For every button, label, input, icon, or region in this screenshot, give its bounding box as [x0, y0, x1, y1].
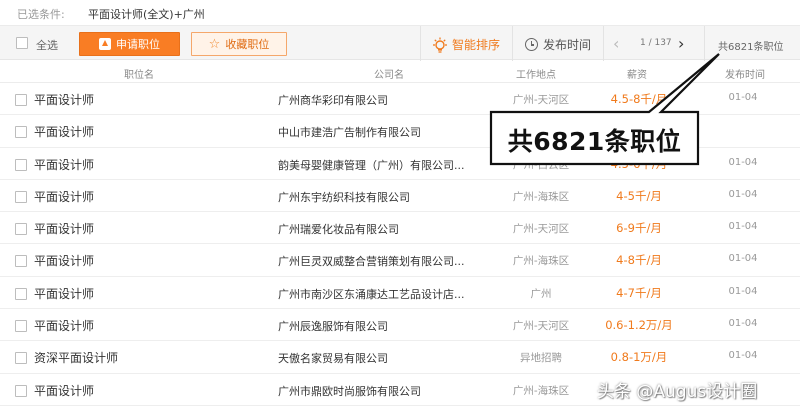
job-date: 01-04: [728, 253, 758, 265]
job-salary: 4-7千/月: [616, 285, 662, 300]
table-row[interactable]: 平面设计师 广州辰逸服饰有限公司 广州-天河区 0.6-1.2万/月 01-04: [0, 309, 800, 342]
row-checkbox[interactable]: [15, 320, 27, 333]
column-header: 职位名 公司名 工作地点 薪资 发布时间: [0, 61, 800, 83]
job-salary: 0.8-1万/月: [610, 350, 668, 365]
job-title-link[interactable]: 平面设计师: [34, 317, 94, 334]
job-location: 广州-海珠区: [512, 384, 570, 397]
job-date: 01-04: [728, 350, 758, 362]
job-title-link[interactable]: 平面设计师: [34, 188, 94, 205]
job-date: 01-04: [728, 285, 758, 297]
company-link[interactable]: 广州市鼎欧时尚服饰有限公司: [278, 383, 421, 399]
job-salary: 6-9千/月: [616, 221, 662, 236]
table-row[interactable]: 平面设计师 广州东宇纺织科技有限公司 广州-海珠区 4-5千/月 01-04: [0, 180, 800, 213]
apply-job-button[interactable]: 申请职位: [79, 32, 180, 56]
job-location: 广州-天河区: [512, 94, 570, 106]
publish-time-sort-button[interactable]: 发布时间: [525, 36, 591, 53]
job-date: 01-04: [728, 188, 758, 200]
toolbar-divider: [512, 26, 513, 61]
company-link[interactable]: 广州市南沙区东涌康达工艺品设计店...: [278, 286, 465, 302]
row-checkbox[interactable]: [15, 158, 27, 171]
filter-value[interactable]: 平面设计师(全文)+广州: [88, 6, 205, 22]
column-date: 发布时间: [725, 70, 765, 81]
job-location: 广州-天河区: [512, 223, 570, 236]
job-title-link[interactable]: 平面设计师: [34, 252, 94, 269]
job-location: 异地招聘: [520, 352, 562, 365]
star-icon: ☆: [208, 36, 221, 52]
company-link[interactable]: 广州东宇纺织科技有限公司: [278, 189, 410, 205]
row-checkbox[interactable]: [15, 190, 27, 203]
job-salary: 0.6-1.2万/月: [605, 318, 673, 333]
job-title-link[interactable]: 平面设计师: [34, 123, 94, 140]
company-link[interactable]: 广州瑞爱化妆品有限公司: [278, 221, 399, 237]
job-title-link[interactable]: 平面设计师: [34, 156, 94, 173]
company-link[interactable]: 广州辰逸服饰有限公司: [278, 318, 388, 334]
job-salary: 4-5千/月: [616, 188, 662, 203]
smart-sort-label: 智能排序: [452, 38, 501, 52]
table-row[interactable]: 平面设计师 广州巨灵双威整合营销策划有限公司... 广州-海珠区 4-8千/月 …: [0, 244, 800, 277]
row-checkbox[interactable]: [15, 223, 27, 236]
column-company: 公司名: [374, 70, 404, 81]
favorite-job-button[interactable]: ☆ 收藏职位: [191, 32, 287, 56]
clock-icon: [525, 38, 538, 51]
job-date: 01-04: [728, 318, 758, 330]
next-page-button[interactable]: ›: [678, 34, 684, 53]
row-checkbox[interactable]: [15, 94, 27, 106]
smart-sort-button[interactable]: 智能排序: [432, 36, 500, 53]
company-link[interactable]: 韵美母婴健康管理（广州）有限公司...: [278, 157, 465, 173]
favorite-job-label: 收藏职位: [225, 38, 270, 51]
select-all-checkbox[interactable]: [16, 37, 28, 49]
pager-text: 1 / 137: [640, 38, 672, 48]
prev-page-button[interactable]: ‹: [613, 34, 619, 53]
row-checkbox[interactable]: [15, 287, 27, 300]
toolbar: 全选 申请职位 ☆ 收藏职位 智能排序 发布时间 ‹ 1 / 137 › 共68…: [0, 25, 800, 61]
table-row[interactable]: 资深平面设计师 天傲名家贸易有限公司 异地招聘 0.8-1万/月 01-04: [0, 341, 800, 374]
job-location: 广州-海珠区: [512, 190, 570, 203]
job-date: 01-04: [728, 156, 758, 168]
job-salary: 4-8千/月: [616, 253, 662, 268]
company-link[interactable]: 广州商华彩印有限公司: [278, 92, 388, 108]
total-count: 共6821条职位: [718, 42, 784, 53]
job-date: 01-04: [728, 92, 758, 103]
filter-label: 已选条件:: [17, 8, 65, 21]
toolbar-divider: [704, 26, 705, 61]
table-row[interactable]: 平面设计师 广州瑞爱化妆品有限公司 广州-天河区 6-9千/月 01-04: [0, 212, 800, 245]
company-link[interactable]: 广州巨灵双威整合营销策划有限公司...: [278, 253, 465, 269]
job-location: 广州-天河区: [512, 320, 570, 333]
job-title-link[interactable]: 平面设计师: [34, 285, 94, 302]
lightbulb-icon: [433, 37, 447, 53]
job-location: 广州: [530, 287, 552, 300]
row-checkbox[interactable]: [15, 126, 27, 139]
watermark: 头条 @Augus设计圈: [597, 382, 758, 402]
callout-label: 共6821条职位: [507, 127, 682, 156]
select-all-label[interactable]: 全选: [36, 37, 58, 53]
job-salary: 4.5-8千/月: [610, 92, 668, 106]
publish-time-label: 发布时间: [543, 38, 592, 52]
toolbar-divider: [603, 26, 604, 61]
job-title-link[interactable]: 平面设计师: [34, 382, 94, 399]
column-salary: 薪资: [627, 70, 647, 81]
table-row[interactable]: 平面设计师 广州商华彩印有限公司 广州-天河区 4.5-8千/月 01-04: [0, 83, 800, 116]
job-location: 广州-海珠区: [512, 255, 570, 268]
job-date: 01-04: [728, 221, 758, 233]
toolbar-divider: [420, 26, 421, 61]
apply-job-label: 申请职位: [116, 38, 160, 51]
row-checkbox[interactable]: [15, 384, 27, 397]
column-location: 工作地点: [516, 70, 556, 81]
job-title-link[interactable]: 资深平面设计师: [34, 349, 118, 366]
job-title-link[interactable]: 平面设计师: [34, 91, 94, 108]
upload-arrow-icon: [99, 38, 111, 50]
table-row[interactable]: 平面设计师 广州市南沙区东涌康达工艺品设计店... 广州 4-7千/月 01-0…: [0, 277, 800, 310]
row-checkbox[interactable]: [15, 352, 27, 365]
filter-bar: 已选条件: 平面设计师(全文)+广州: [0, 0, 800, 24]
company-link[interactable]: 天傲名家贸易有限公司: [278, 350, 388, 366]
row-checkbox[interactable]: [15, 255, 27, 268]
job-title-link[interactable]: 平面设计师: [34, 220, 94, 237]
column-title: 职位名: [124, 70, 154, 81]
company-link[interactable]: 中山市建浩广告制作有限公司: [278, 124, 421, 140]
